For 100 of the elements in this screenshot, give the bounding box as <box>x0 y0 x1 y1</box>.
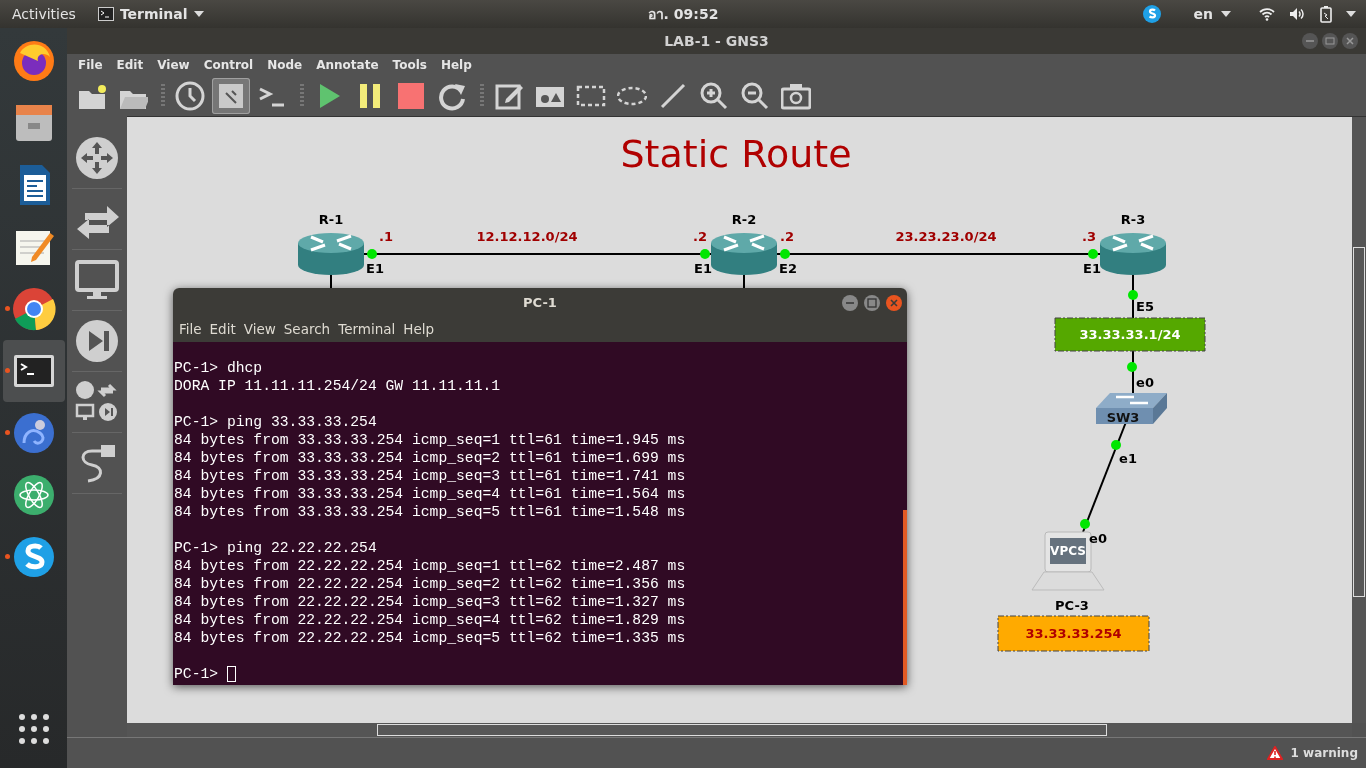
port-status-dot <box>1111 440 1121 450</box>
menu-item[interactable]: Annotate <box>309 58 386 72</box>
device-group-icon <box>75 380 119 424</box>
router-icon[interactable] <box>711 233 777 275</box>
node-label: PC-3 <box>1055 597 1089 613</box>
port-status-dot <box>700 249 710 259</box>
caret-icon <box>1221 11 1231 17</box>
skip-icon <box>75 319 119 363</box>
router-icon[interactable] <box>298 233 364 275</box>
terminal-line: 84 bytes from 22.22.22.254 icmp_seq=1 ttl=62 time=2.487 ms <box>174 557 686 575</box>
camera-icon <box>781 81 811 111</box>
port-label: E1 <box>694 260 712 276</box>
scrollbar-thumb[interactable] <box>1353 247 1365 597</box>
window-title: LAB-1 - GNS3 <box>664 33 769 49</box>
menu-item[interactable]: Help <box>399 321 439 337</box>
language-menu[interactable]: en <box>1193 6 1231 22</box>
node-label: SW3 <box>1106 409 1140 425</box>
scrollbar-thumb[interactable] <box>377 724 1107 736</box>
clock[interactable]: อา. 09:52 <box>647 3 719 25</box>
address-label: .2 <box>780 228 794 244</box>
port-status-dot <box>780 249 790 259</box>
port-label: e1 <box>1119 450 1137 466</box>
warning-icon[interactable] <box>1266 746 1283 760</box>
port-label: E5 <box>1136 298 1154 314</box>
terminal-line: 84 bytes from 22.22.22.254 icmp_seq=2 ttl=62 time=1.356 ms <box>174 575 686 593</box>
clock-icon <box>175 81 205 111</box>
zoom-in-icon <box>699 81 729 111</box>
note-text: 33.33.33.254 <box>1025 626 1122 641</box>
diagram-title: Static Route <box>620 132 852 176</box>
menu-item[interactable]: File <box>175 321 206 337</box>
terminal-line: 84 bytes from 22.22.22.254 icmp_seq=3 ttl=62 time=1.327 ms <box>174 593 686 611</box>
minimize-button[interactable] <box>841 294 859 312</box>
monitor-icon <box>75 258 119 302</box>
switch-icon[interactable] <box>1096 393 1167 424</box>
subnet-label: 12.12.12.0/24 <box>476 228 578 244</box>
menu-item[interactable]: Edit <box>109 58 151 72</box>
node-label: R-1 <box>318 211 344 227</box>
maximize-button[interactable] <box>863 294 881 312</box>
activities-button[interactable]: Activities <box>12 6 76 22</box>
chat-app-icon[interactable] <box>1141 4 1162 24</box>
port-label: E2 <box>779 260 797 276</box>
menu-item[interactable]: Help <box>433 58 479 72</box>
reload-icon <box>437 81 467 111</box>
menu-item[interactable]: View <box>239 321 280 337</box>
terminal-line: DORA IP 11.11.11.254/24 GW 11.11.11.1 <box>174 377 501 395</box>
port-status-dot <box>1127 362 1137 372</box>
computer-icon[interactable] <box>1031 531 1105 591</box>
address-label: .1 <box>379 228 393 244</box>
wifi-icon[interactable] <box>1259 7 1275 21</box>
menu-item[interactable]: Terminal <box>334 321 400 337</box>
window-title: PC-1 <box>523 294 557 310</box>
window-button[interactable] <box>1302 33 1318 49</box>
text-cursor <box>227 666 237 682</box>
terminal-line: 84 bytes from 33.33.33.254 icmp_seq=4 ttl=61 time=1.564 ms <box>174 485 686 503</box>
window-button[interactable] <box>1322 33 1338 49</box>
router-icon <box>75 136 119 180</box>
port-status-dot <box>1128 290 1138 300</box>
terminal-icon <box>97 7 114 21</box>
toolbar-button[interactable] <box>212 78 250 114</box>
menu-item[interactable]: Tools <box>385 58 434 72</box>
screen-label: VPCS <box>1050 544 1086 558</box>
menu-item[interactable]: Control <box>196 58 261 72</box>
zoom-out-icon <box>740 81 770 111</box>
menu-item[interactable]: File <box>71 58 110 72</box>
note-text: 33.33.33.1/24 <box>1079 327 1181 342</box>
port-label: e0 <box>1136 374 1154 390</box>
menu-item[interactable]: Search <box>279 321 335 337</box>
terminal-line: 84 bytes from 33.33.33.254 icmp_seq=2 ttl=61 time=1.699 ms <box>174 449 686 467</box>
window-button[interactable] <box>1342 33 1358 49</box>
terminal-line: PC-1> ping 33.33.33.254 <box>174 413 377 431</box>
warning-count[interactable]: 1 warning <box>1290 746 1358 760</box>
node-label: R-2 <box>731 211 757 227</box>
terminal-line: PC-1> dhcp <box>174 359 263 377</box>
volume-icon[interactable] <box>1289 7 1306 21</box>
port-label: e0 <box>1089 530 1107 546</box>
caret-icon <box>193 11 204 17</box>
label-tool-icon <box>216 81 246 111</box>
menu-item[interactable]: View <box>150 58 197 72</box>
port-status-dot <box>1080 519 1090 529</box>
terminal-line: PC-1> ping 22.22.22.254 <box>174 539 377 557</box>
router-icon[interactable] <box>1100 233 1166 275</box>
menu-item[interactable]: Edit <box>205 321 240 337</box>
menu-item[interactable]: Node <box>260 58 310 72</box>
dock-item[interactable] <box>2 340 65 402</box>
battery-icon[interactable] <box>1320 5 1332 23</box>
close-button[interactable] <box>885 294 903 312</box>
app-menu[interactable]: Terminal <box>97 6 204 22</box>
terminal-line: 84 bytes from 33.33.33.254 icmp_seq=3 ttl=61 time=1.741 ms <box>174 467 686 485</box>
terminal-prompt: PC-1> <box>174 665 219 683</box>
line-icon <box>658 81 688 111</box>
subnet-label: 23.23.23.0/24 <box>895 228 997 244</box>
port-label: E1 <box>366 260 384 276</box>
caret-icon <box>1346 11 1356 17</box>
terminal-line: 84 bytes from 22.22.22.254 icmp_seq=5 ttl=62 time=1.335 ms <box>174 629 686 647</box>
terminal-line: 84 bytes from 22.22.22.254 icmp_seq=4 ttl=62 time=1.829 ms <box>174 611 686 629</box>
terminal-line: 84 bytes from 33.33.33.254 icmp_seq=1 ttl=61 time=1.945 ms <box>174 431 686 449</box>
port-label: E1 <box>1083 260 1101 276</box>
stop-icon <box>396 81 426 111</box>
port-status-dot <box>1088 249 1098 259</box>
address-label: .2 <box>693 228 707 244</box>
